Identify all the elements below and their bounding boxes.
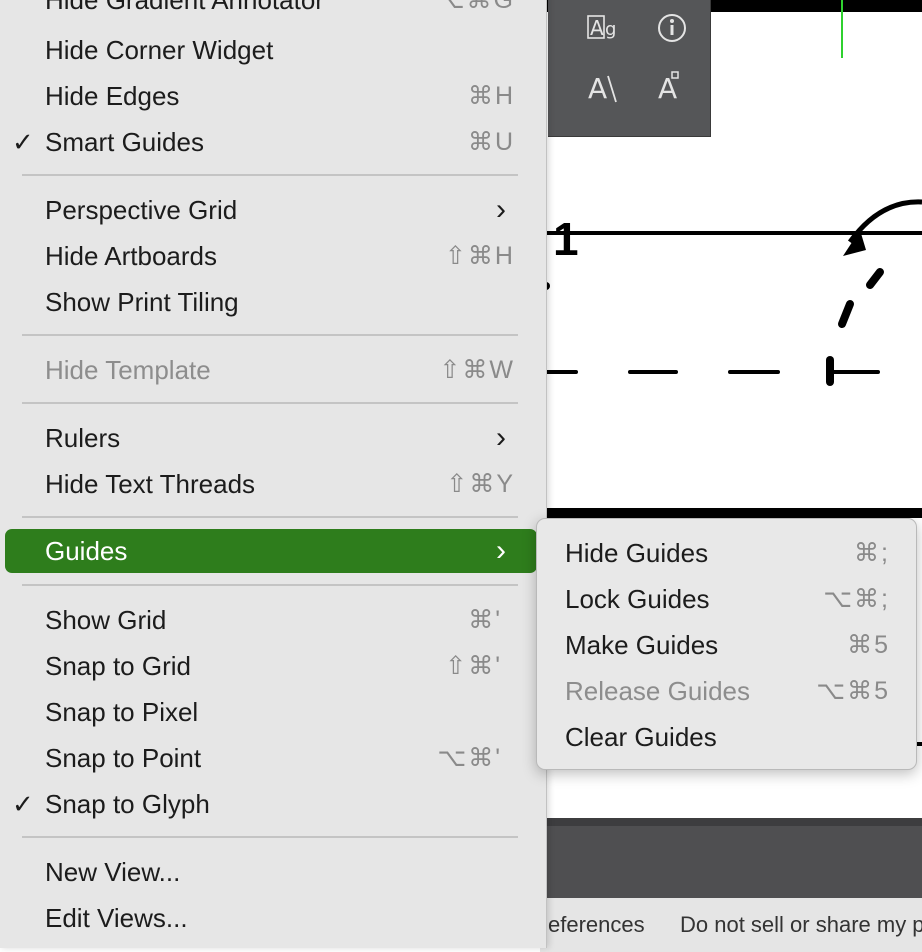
menu-item-label: Hide Template — [45, 355, 211, 385]
chevron-right-icon: › — [496, 421, 506, 454]
svg-text:A: A — [658, 72, 677, 104]
menu-item-shortcut: ⌥⌘' — [437, 744, 502, 772]
menu-item-shortcut: ⌥⌘G — [435, 0, 515, 14]
menu-separator — [22, 402, 518, 404]
dash — [728, 370, 780, 374]
menu-item-new-view[interactable]: New View... — [0, 850, 546, 894]
menu-item-snap-to-grid[interactable]: Snap to Grid ⇧⌘' — [0, 644, 546, 688]
dash — [828, 370, 880, 374]
submenu-item-make-guides[interactable]: Make Guides ⌘5 — [537, 623, 916, 667]
menu-separator — [22, 334, 518, 336]
menu-item-hide-gradient-annotator[interactable]: Hide Gradient Annotator ⌥⌘G — [0, 0, 546, 22]
submenu-item-shortcut: ⌥⌘; — [823, 585, 890, 613]
checkmark-icon: ✓ — [12, 789, 34, 819]
menu-separator — [22, 836, 518, 838]
submenu-item-shortcut: ⌥⌘5 — [816, 677, 890, 705]
svg-text:g: g — [605, 19, 616, 40]
menu-item-edit-views[interactable]: Edit Views... — [0, 896, 546, 940]
submenu-item-label: Lock Guides — [565, 584, 710, 614]
submenu-item-clear-guides[interactable]: Clear Guides — [537, 715, 916, 759]
menu-item-snap-to-pixel[interactable]: Snap to Pixel — [0, 690, 546, 734]
menu-item-label: New View... — [45, 857, 181, 887]
menu-item-guides[interactable]: Guides › — [5, 529, 537, 573]
footer-privacy-link[interactable]: Do not sell or share my p — [680, 912, 922, 938]
menu-separator — [22, 584, 518, 586]
menu-item-snap-to-point[interactable]: Snap to Point ⌥⌘' — [0, 736, 546, 780]
glyph-icon[interactable]: Ag — [586, 12, 622, 51]
menu-item-label: Edit Views... — [45, 903, 188, 933]
menu-item-label: Guides — [45, 536, 128, 566]
menu-item-hide-artboards[interactable]: Hide Artboards ⇧⌘H — [0, 234, 546, 278]
artboard-bottom-border — [540, 508, 922, 518]
menu-item-shortcut: ⇧⌘H — [444, 242, 515, 270]
menu-item-label: Smart Guides — [45, 127, 204, 157]
menu-item-snap-to-glyph[interactable]: ✓ Snap to Glyph — [0, 782, 546, 826]
svg-text:A: A — [590, 16, 604, 40]
menu-item-perspective-grid[interactable]: Perspective Grid › — [0, 188, 546, 232]
menu-item-shortcut: ⇧⌘Y — [446, 470, 515, 498]
guides-submenu: Hide Guides ⌘; Lock Guides ⌥⌘; Make Guid… — [536, 518, 917, 770]
menu-item-label: Hide Artboards — [45, 241, 217, 271]
menu-item-label: Hide Gradient Annotator — [45, 0, 324, 15]
view-menu: Hide Gradient Annotator ⌥⌘G Hide Corner … — [0, 0, 547, 948]
submenu-item-label: Make Guides — [565, 630, 719, 660]
menu-item-label: Hide Text Threads — [45, 469, 256, 499]
menu-item-shortcut: ⌘' — [468, 606, 502, 634]
checkmark-icon: ✓ — [12, 127, 34, 157]
menu-item-label: Rulers — [45, 423, 121, 453]
menu-item-label: Snap to Point — [45, 743, 202, 773]
info-icon[interactable] — [656, 12, 688, 51]
menu-item-label: Snap to Glyph — [45, 789, 210, 819]
menu-item-label: Hide Edges — [45, 81, 180, 111]
submenu-item-shortcut: ⌘; — [854, 539, 890, 567]
artwork-curve — [542, 199, 922, 328]
menu-item-shortcut: ⇧⌘W — [439, 356, 515, 384]
app-bottom-panel — [540, 818, 922, 898]
chevron-right-icon: › — [496, 193, 506, 226]
submenu-item-lock-guides[interactable]: Lock Guides ⌥⌘; — [537, 577, 916, 621]
menu-separator — [22, 516, 518, 518]
menu-item-show-grid[interactable]: Show Grid ⌘' — [0, 598, 546, 642]
menu-item-label: Show Grid — [45, 605, 167, 635]
app-bottom-panel-edge — [540, 818, 922, 826]
text-warp-icon[interactable]: A — [586, 70, 618, 111]
menu-item-shortcut: ⌘H — [467, 82, 515, 110]
submenu-item-shortcut: ⌘5 — [847, 631, 890, 659]
chevron-right-icon: › — [496, 534, 506, 567]
menu-item-show-print-tiling[interactable]: Show Print Tiling — [0, 280, 546, 324]
submenu-item-label: Release Guides — [565, 676, 750, 706]
footer-preferences-link[interactable]: eferences — [548, 912, 645, 938]
menu-item-hide-corner-widget[interactable]: Hide Corner Widget — [0, 28, 546, 72]
menu-item-shortcut: ⌘U — [467, 128, 515, 156]
menu-separator — [22, 174, 518, 176]
menu-item-label: Hide Corner Widget — [45, 35, 274, 65]
menu-item-label: Perspective Grid — [45, 195, 238, 225]
menu-item-label: Show Print Tiling — [45, 287, 239, 317]
tool-panel: Ag A A — [548, 0, 711, 137]
dash-tick — [826, 356, 834, 386]
svg-text:A: A — [588, 72, 607, 104]
submenu-item-hide-guides[interactable]: Hide Guides ⌘; — [537, 531, 916, 575]
submenu-item-label: Hide Guides — [565, 538, 709, 568]
submenu-item-label: Clear Guides — [565, 722, 717, 752]
menu-item-rulers[interactable]: Rulers › — [0, 416, 546, 460]
menu-item-hide-text-threads[interactable]: Hide Text Threads ⇧⌘Y — [0, 462, 546, 506]
menu-item-smart-guides[interactable]: ✓ Smart Guides ⌘U — [0, 120, 546, 164]
dash — [628, 370, 678, 374]
menu-item-hide-template: Hide Template ⇧⌘W — [0, 348, 546, 392]
dash — [545, 370, 578, 374]
text-touch-icon[interactable]: A — [656, 70, 688, 111]
smart-guide-line — [841, 0, 843, 58]
menu-item-hide-edges[interactable]: Hide Edges ⌘H — [0, 74, 546, 118]
menu-item-label: Snap to Grid — [45, 651, 191, 681]
canvas-area — [540, 0, 922, 952]
submenu-item-release-guides: Release Guides ⌥⌘5 — [537, 669, 916, 713]
menu-item-shortcut: ⇧⌘' — [445, 652, 502, 680]
menu-item-label: Snap to Pixel — [45, 697, 199, 727]
